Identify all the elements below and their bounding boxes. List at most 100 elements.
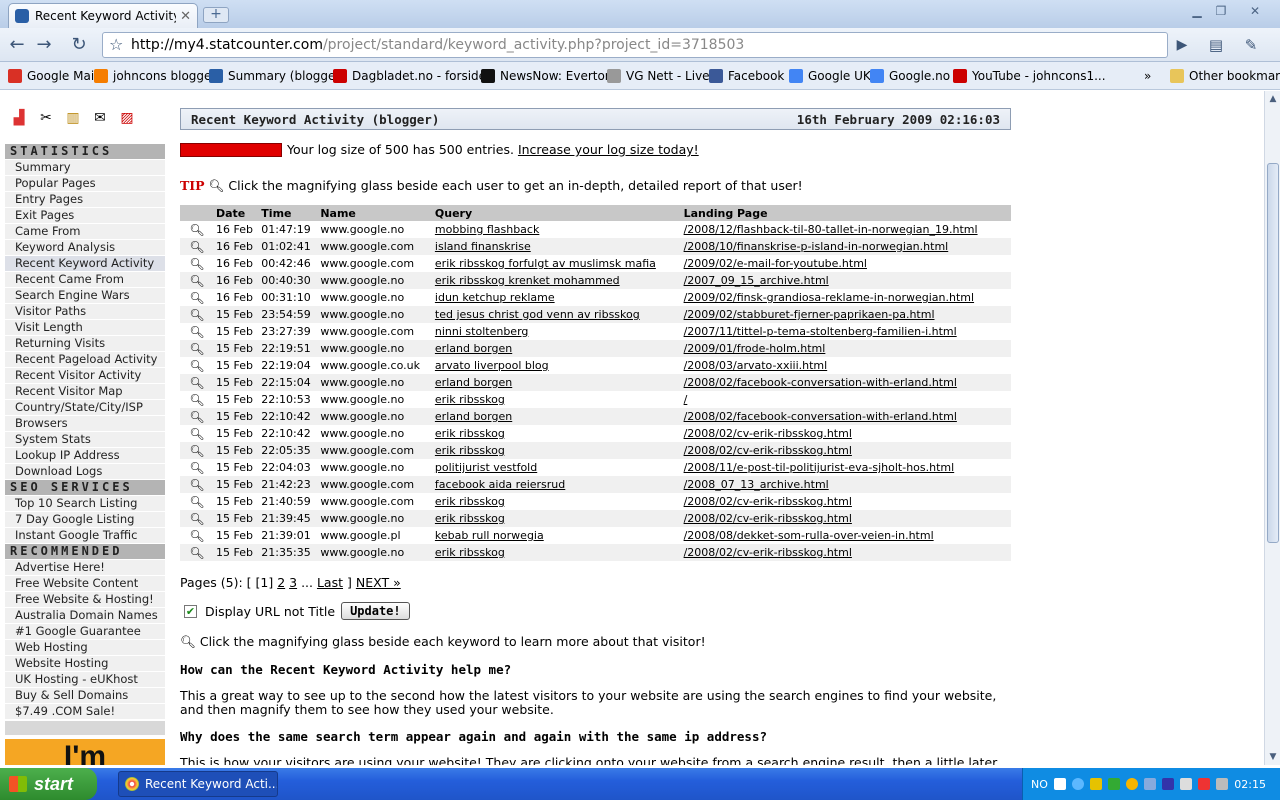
restore-icon[interactable]: ❐ bbox=[1210, 3, 1232, 19]
language-indicator[interactable]: NO bbox=[1031, 778, 1048, 791]
cell-query-link[interactable]: erland borgen bbox=[432, 374, 682, 391]
cell-landing-link[interactable]: /2008/12/flashback-til-80-tallet-in-norw… bbox=[682, 221, 1011, 238]
cell-landing-link[interactable]: /2008/02/facebook-conversation-with-erla… bbox=[681, 374, 1011, 391]
magnifier-icon[interactable]: 🔍︎ bbox=[180, 391, 214, 408]
magnifier-icon[interactable]: 🔍︎ bbox=[180, 459, 214, 476]
minimize-icon[interactable]: ▁ bbox=[1186, 3, 1208, 19]
cell-query-link[interactable]: erland borgen bbox=[432, 340, 682, 357]
bookmark-star-icon[interactable]: ☆ bbox=[109, 33, 123, 57]
start-button[interactable]: start bbox=[0, 768, 97, 800]
cell-query-link[interactable]: ted jesus christ god venn av ribsskog bbox=[432, 306, 682, 323]
reload-icon[interactable]: ↻ bbox=[68, 34, 90, 56]
update-button[interactable]: Update! bbox=[341, 602, 410, 620]
magnifier-icon[interactable]: 🔍︎ bbox=[180, 510, 214, 527]
tools-icon[interactable]: ✂ bbox=[37, 109, 55, 127]
lock-icon[interactable]: ▥ bbox=[64, 109, 82, 127]
tab-close-icon[interactable]: ✕ bbox=[180, 9, 191, 24]
cell-query-link[interactable]: facebook aida reiersrud bbox=[432, 476, 682, 493]
page-menu-icon[interactable]: ▤ bbox=[1205, 34, 1227, 56]
sidebar-item[interactable]: Summary bbox=[5, 160, 165, 175]
tray-leaf-icon[interactable] bbox=[1107, 778, 1120, 790]
bar-chart-icon[interactable]: ▟ bbox=[10, 109, 28, 127]
new-tab-button[interactable]: + bbox=[203, 7, 229, 23]
cell-query-link[interactable]: erik ribsskog krenket mohammed bbox=[432, 272, 682, 289]
bookmark-item[interactable]: Dagbladet.no - forsiden bbox=[333, 69, 494, 83]
network-disconnected-icon[interactable] bbox=[1215, 778, 1228, 790]
sidebar-item[interactable]: Australia Domain Names bbox=[5, 608, 165, 623]
last-page-link[interactable]: Last bbox=[317, 575, 343, 590]
cell-landing-link[interactable]: /2008/02/facebook-conversation-with-erla… bbox=[681, 408, 1011, 425]
forward-arrow-icon[interactable]: → bbox=[33, 34, 55, 56]
back-arrow-icon[interactable]: ← bbox=[6, 34, 28, 56]
cell-query-link[interactable]: arvato liverpool blog bbox=[433, 357, 682, 374]
sidebar-item[interactable]: $7.49 .COM Sale! bbox=[5, 704, 165, 719]
sidebar-item[interactable]: Recent Visitor Map bbox=[5, 384, 165, 399]
bookmark-item[interactable]: Google Mail bbox=[8, 69, 98, 83]
display-url-checkbox[interactable]: ✔ bbox=[184, 604, 197, 618]
bookmark-item[interactable]: Facebook bbox=[709, 69, 784, 83]
magnifier-icon[interactable]: 🔍︎ bbox=[180, 544, 214, 561]
cell-landing-link[interactable]: / bbox=[682, 391, 1011, 408]
sidebar-item[interactable]: Top 10 Search Listing bbox=[5, 496, 165, 511]
browser-tab[interactable]: Recent Keyword Activity (... ✕ bbox=[8, 3, 198, 28]
go-arrow-icon[interactable]: ▶ bbox=[1171, 34, 1193, 56]
tray-network-icon[interactable] bbox=[1143, 778, 1156, 790]
taskbar-window-button[interactable]: Recent Keyword Acti... bbox=[118, 771, 278, 797]
sidebar-item[interactable]: System Stats bbox=[5, 432, 165, 447]
cell-landing-link[interactable]: /2008/02/cv-erik-ribsskog.html bbox=[681, 510, 1011, 527]
cell-landing-link[interactable]: /2008/02/cv-erik-ribsskog.html bbox=[682, 493, 1011, 510]
sidebar-item[interactable]: Returning Visits bbox=[5, 336, 165, 351]
speaker-icon[interactable] bbox=[1179, 778, 1192, 790]
cell-query-link[interactable]: erik ribsskog forfulgt av muslimsk mafia bbox=[433, 255, 682, 272]
cell-landing-link[interactable]: /2008/10/finanskrise-p-island-in-norwegi… bbox=[681, 238, 1011, 255]
cell-landing-link[interactable]: /2008/03/arvato-xxiii.html bbox=[682, 357, 1011, 374]
cell-query-link[interactable]: ninni stoltenberg bbox=[433, 323, 682, 340]
magnifier-icon[interactable]: 🔍︎ bbox=[180, 289, 214, 306]
tray-app-icon[interactable] bbox=[1089, 778, 1102, 790]
sidebar-item[interactable]: Download Logs bbox=[5, 464, 165, 479]
sidebar-item[interactable]: Visit Length bbox=[5, 320, 165, 335]
scroll-up-icon[interactable]: ▲ bbox=[1265, 91, 1280, 107]
cell-landing-link[interactable]: /2008/02/cv-erik-ribsskog.html bbox=[682, 425, 1011, 442]
shield-icon[interactable] bbox=[1197, 778, 1210, 790]
cell-landing-link[interactable]: /2007_09_15_archive.html bbox=[681, 272, 1011, 289]
bookmark-item[interactable]: johncons blogger bbox=[94, 69, 216, 83]
sidebar-item[interactable]: Lookup IP Address bbox=[5, 448, 165, 463]
cell-landing-link[interactable]: /2008/02/cv-erik-ribsskog.html bbox=[681, 442, 1011, 459]
sidebar-item[interactable]: Advertise Here! bbox=[5, 560, 165, 575]
sidebar-item[interactable]: UK Hosting - eUKhost bbox=[5, 672, 165, 687]
next-page-link[interactable]: NEXT » bbox=[356, 575, 401, 590]
cell-landing-link[interactable]: /2009/01/frode-holm.html bbox=[681, 340, 1011, 357]
bookmark-item[interactable]: NewsNow: Everton bbox=[481, 69, 612, 83]
sidebar-item[interactable]: Came From bbox=[5, 224, 165, 239]
other-bookmarks[interactable]: Other bookmarks bbox=[1170, 69, 1280, 83]
bookmark-item[interactable]: Summary (blogger) bbox=[209, 69, 345, 83]
cell-query-link[interactable]: erik ribsskog bbox=[432, 510, 682, 527]
sidebar-item[interactable]: Instant Google Traffic bbox=[5, 528, 165, 543]
sidebar-item[interactable]: Recent Pageload Activity bbox=[5, 352, 165, 367]
help-icon[interactable] bbox=[1053, 778, 1066, 790]
magnifier-icon[interactable]: 🔍︎ bbox=[180, 408, 214, 425]
wrench-icon[interactable]: ✎ bbox=[1240, 34, 1262, 56]
sidebar-item[interactable]: Popular Pages bbox=[5, 176, 165, 191]
sidebar-item[interactable]: Recent Keyword Activity bbox=[5, 256, 165, 271]
cell-landing-link[interactable]: /2008_07_13_archive.html bbox=[681, 476, 1011, 493]
sidebar-item[interactable]: Recent Came From bbox=[5, 272, 165, 287]
sidebar-item[interactable]: Keyword Analysis bbox=[5, 240, 165, 255]
magnifier-icon[interactable]: 🔍︎ bbox=[180, 357, 214, 374]
sidebar-item[interactable]: Website Hosting bbox=[5, 656, 165, 671]
magnifier-icon[interactable]: 🔍︎ bbox=[180, 425, 214, 442]
sidebar-item[interactable]: Country/State/City/ISP bbox=[5, 400, 165, 415]
bookmark-item[interactable]: VG Nett - Live! bbox=[607, 69, 714, 83]
magnifier-icon[interactable]: 🔍︎ bbox=[180, 476, 214, 493]
cell-query-link[interactable]: erik ribsskog bbox=[433, 391, 682, 408]
magnifier-icon[interactable]: 🔍︎ bbox=[180, 493, 214, 510]
bookmarks-overflow-icon[interactable]: » bbox=[1144, 69, 1151, 83]
sidebar-item[interactable]: Recent Visitor Activity bbox=[5, 368, 165, 383]
cell-query-link[interactable]: erland borgen bbox=[432, 408, 682, 425]
page-2-link[interactable]: 2 bbox=[277, 575, 285, 590]
sidebar-item[interactable]: Free Website & Hosting! bbox=[5, 592, 165, 607]
sidebar-item[interactable]: Search Engine Wars bbox=[5, 288, 165, 303]
cell-landing-link[interactable]: /2008/11/e-post-til-politijurist-eva-sjh… bbox=[682, 459, 1011, 476]
magnifier-icon[interactable]: 🔍︎ bbox=[180, 272, 214, 289]
